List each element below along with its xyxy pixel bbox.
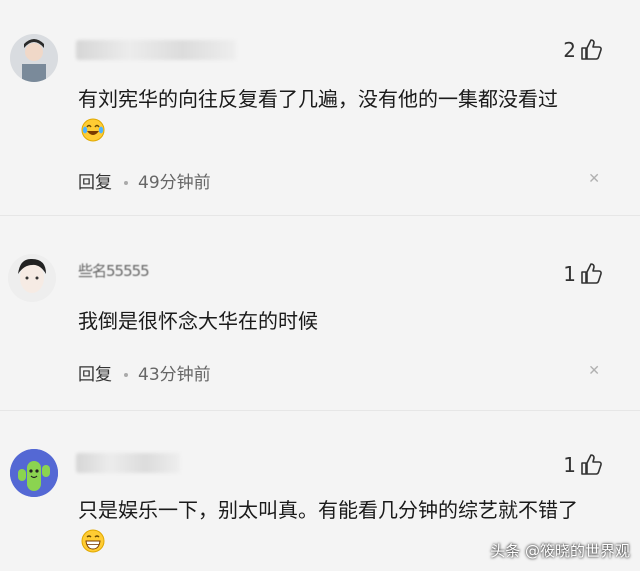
avatar[interactable] <box>8 254 56 302</box>
timestamp: 49分钟前 <box>138 173 211 193</box>
comment-item: 2 有刘宪华的向往反复看了几遍，没有他的一集都没看过 回复 49分钟前 ✕ <box>0 0 640 215</box>
thumbs-up-icon <box>581 39 602 60</box>
reply-button[interactable]: 回复 <box>78 173 112 193</box>
timestamp: 43分钟前 <box>138 365 211 385</box>
comment-meta: 回复 49分钟前 <box>78 168 211 193</box>
comment-meta: 回复 43分钟前 <box>78 360 211 385</box>
separator-dot <box>124 181 128 185</box>
like-button[interactable]: 1 <box>563 262 604 286</box>
avatar[interactable] <box>10 449 58 497</box>
close-icon[interactable]: ✕ <box>588 171 600 187</box>
comment-text: 我倒是很怀念大华在的时候 <box>78 309 318 333</box>
thumbs-up-icon <box>581 263 602 284</box>
like-count: 2 <box>563 38 576 62</box>
avatar[interactable] <box>10 34 58 82</box>
comment-item: 些名55555 1 我倒是很怀念大华在的时候 回复 43分钟前 ✕ <box>0 216 640 416</box>
thumbs-up-icon <box>581 454 602 475</box>
like-count: 1 <box>563 453 576 477</box>
username-blurred[interactable] <box>76 40 236 60</box>
grinning-face-icon <box>80 528 106 564</box>
like-button[interactable]: 2 <box>563 38 604 62</box>
like-count: 1 <box>563 262 576 286</box>
like-button[interactable]: 1 <box>563 453 604 477</box>
reply-button[interactable]: 回复 <box>78 365 112 385</box>
watermark: 头条 @筱晓的世界观 <box>490 542 630 560</box>
comment-text: 有刘宪华的向往反复看了几遍，没有他的一集都没看过 <box>78 82 578 153</box>
separator-dot <box>124 373 128 377</box>
laughing-tears-icon <box>80 117 106 153</box>
username[interactable]: 些名55555 <box>78 260 150 281</box>
username-blurred[interactable] <box>76 453 180 473</box>
close-icon[interactable]: ✕ <box>588 363 600 379</box>
